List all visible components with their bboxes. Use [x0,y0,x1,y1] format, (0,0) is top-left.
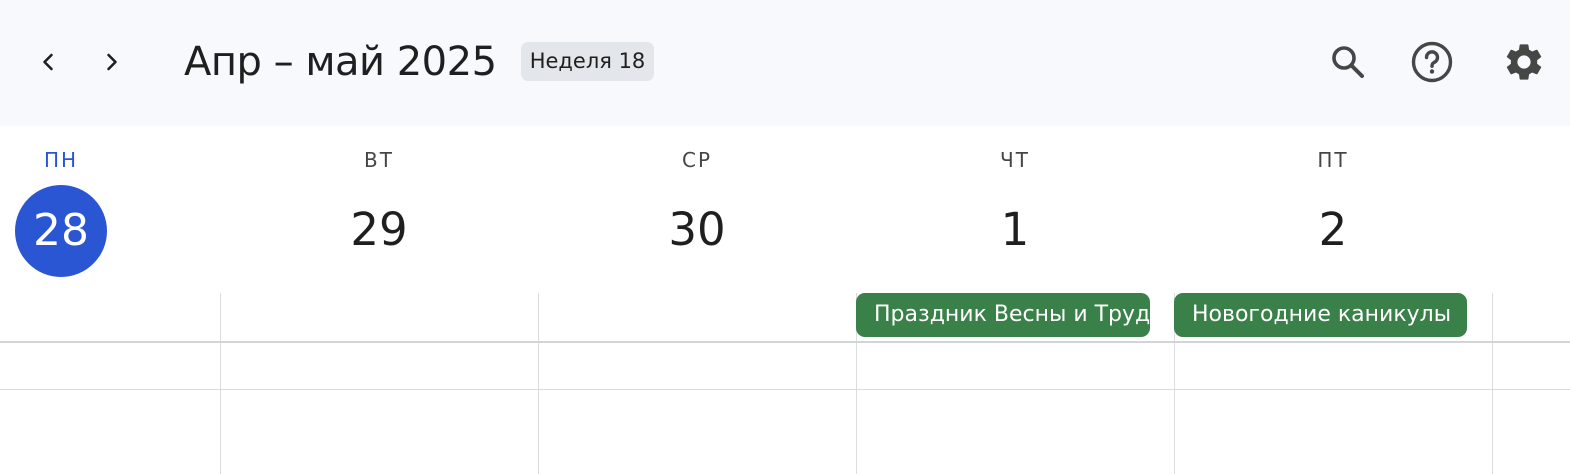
day-of-week-label: ПН [43,148,79,172]
date-range-title: Апр – май 2025 [184,39,497,85]
all-day-separator [0,341,1570,343]
day-header-wednesday[interactable]: СР 30 [538,140,856,280]
date-number[interactable]: 1 [856,180,1174,280]
date-number[interactable]: 2 [1174,180,1492,280]
day-header-friday[interactable]: ПТ 2 [1174,140,1492,280]
top-toolbar: Апр – май 2025 Неделя 18 [0,0,1570,126]
all-day-event-chip[interactable]: Праздник Весны и Труда [856,293,1150,337]
day-of-week-label: ЧТ [1000,148,1030,172]
date-number[interactable]: 29 [220,180,538,280]
day-of-week-label: ПТ [1317,148,1349,172]
day-of-week-label: ВТ [364,148,394,172]
all-day-event-chip[interactable]: Новогодние каникулы [1174,293,1467,337]
day-header-thursday[interactable]: ЧТ 1 [856,140,1174,280]
settings-button[interactable] [1500,38,1548,86]
help-icon [1411,41,1453,83]
column-divider [220,293,221,474]
chevron-right-icon [107,53,117,71]
previous-week-button[interactable] [24,38,72,86]
date-number[interactable]: 30 [538,180,856,280]
help-button[interactable] [1408,38,1456,86]
day-of-week-label: СР [681,148,713,172]
chevron-left-icon [43,53,53,71]
day-header-tuesday[interactable]: ВТ 29 [220,140,538,280]
column-divider [538,293,539,474]
day-header-monday[interactable]: ПН [0,140,220,180]
next-week-button[interactable] [88,38,136,86]
hour-grid-line [0,389,1570,390]
today-date-circle[interactable]: 28 [15,185,107,277]
week-number-badge: Неделя 18 [521,42,654,81]
search-button[interactable] [1324,38,1372,86]
search-icon [1332,46,1364,78]
gear-icon [1506,44,1542,80]
column-divider [1492,293,1493,474]
